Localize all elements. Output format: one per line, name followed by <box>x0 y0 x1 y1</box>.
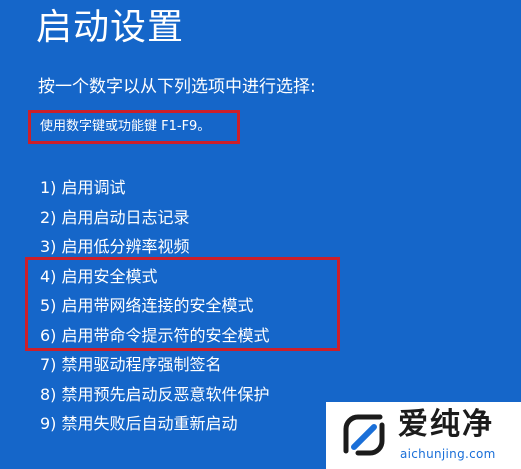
safe-mode-annotation-box <box>25 257 340 351</box>
option-disable-early-launch-antimalware[interactable]: 8) 禁用预先启动反恶意软件保护 <box>40 380 270 410</box>
watermark-url: aichunjing.com <box>400 447 496 461</box>
watermark: 爱纯净 aichunjing.com <box>326 402 521 469</box>
page-title: 启动设置 <box>36 7 185 48</box>
option-disable-auto-restart-on-failure[interactable]: 9) 禁用失败后自动重新启动 <box>40 409 270 439</box>
aichunjing-logo-icon <box>343 414 385 456</box>
instruction-text: 按一个数字以从下列选项中进行选择: <box>38 77 316 97</box>
option-disable-driver-signature-enforcement[interactable]: 7) 禁用驱动程序强制签名 <box>40 350 270 380</box>
option-enable-debugging[interactable]: 1) 启用调试 <box>40 173 270 203</box>
hint-text: 使用数字键或功能键 F1-F9。 <box>40 119 211 134</box>
watermark-brand: 爱纯净 <box>398 407 494 442</box>
startup-settings-screen: 启动设置 按一个数字以从下列选项中进行选择: 使用数字键或功能键 F1-F9。 … <box>0 0 521 469</box>
option-enable-boot-logging[interactable]: 2) 启用启动日志记录 <box>40 203 270 233</box>
